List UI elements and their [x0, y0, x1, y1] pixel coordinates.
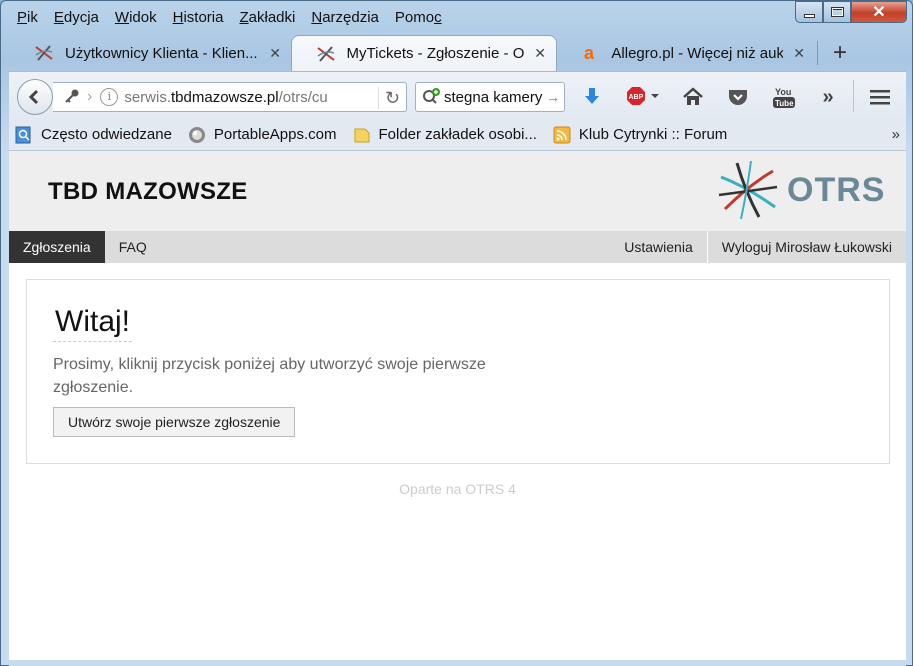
bookmark-portableapps[interactable]: PortableApps.com — [188, 126, 337, 144]
site-title[interactable]: TBD MAZOWSZE — [48, 178, 248, 206]
url-text[interactable]: serwis.tbdmazowsze.pl/otrs/cu — [124, 89, 360, 106]
youtube-icon[interactable]: You Tube — [769, 84, 799, 110]
bookmark-folder-zakladek[interactable]: Folder zakładek osobi... — [353, 126, 537, 144]
svg-text:ABP: ABP — [629, 94, 644, 101]
search-go-icon[interactable]: → — [546, 89, 564, 105]
tab-uzytkownicy[interactable]: Użytkownicy Klienta - Klien... ✕ — [9, 35, 291, 71]
menu-plik[interactable]: Pik — [9, 7, 46, 29]
bookmark-klub-cytrynki[interactable]: Klub Cytrynki :: Forum — [553, 126, 727, 144]
close-icon: ✕ — [872, 4, 886, 21]
home-icon[interactable] — [678, 84, 708, 110]
pocket-icon[interactable] — [723, 84, 753, 110]
chevron-right-icon: › — [87, 88, 93, 105]
nav-wyloguj[interactable]: Wyloguj Mirosław Łukowski — [706, 231, 906, 263]
bookmark-label: Często odwiedzane — [41, 126, 172, 143]
otrs-icon — [33, 42, 55, 64]
tab-mytickets[interactable]: MyTickets - Zgłoszenie - O... ✕ — [291, 35, 557, 71]
hamburger-menu-icon[interactable] — [865, 84, 895, 110]
otrs-wordmark: OTRS — [787, 170, 886, 209]
info-icon[interactable]: i — [100, 88, 119, 106]
welcome-title: Witaj! — [53, 305, 132, 342]
browser-window: Pik Edycja Widok Historia Zakładki Narzę… — [0, 0, 913, 666]
maximize-icon — [830, 7, 844, 17]
toolbar-separator — [853, 80, 854, 112]
tab-close-icon[interactable]: ✕ — [259, 45, 281, 62]
key-icon[interactable] — [57, 88, 87, 107]
powered-by-footer[interactable]: Oparte na OTRS 4 — [9, 481, 906, 497]
tab-allegro[interactable]: a Allegro.pl - Więcej niż auk... ✕ — [557, 35, 815, 71]
bookmarks-toolbar: Często odwiedzane PortableApps.com Folde… — [9, 119, 906, 151]
navigation-toolbar: › i serwis.tbdmazowsze.pl/otrs/cu ↻ steg… — [9, 71, 906, 119]
otrs-logo[interactable]: OTRS — [715, 157, 885, 223]
svg-text:Tube: Tube — [775, 99, 794, 108]
minimize-icon — [803, 14, 815, 18]
svg-text:You: You — [775, 87, 791, 97]
reload-icon[interactable]: ↻ — [378, 87, 400, 109]
tab-strip: Użytkownicy Klienta - Klien... ✕ MyTicke… — [9, 35, 906, 71]
folder-icon — [353, 126, 371, 144]
adblock-icon[interactable]: ABP — [623, 84, 663, 110]
menu-bar: Pik Edycja Widok Historia Zakładki Narzę… — [9, 7, 450, 29]
menu-zakladki[interactable]: Zakładki — [231, 7, 303, 29]
search-bar[interactable]: stegna kamery → — [415, 82, 565, 112]
window-bottom-frame — [9, 660, 906, 666]
welcome-text: Prosimy, kliknij przycisk poniżej aby ut… — [53, 356, 486, 396]
overflow-chevron-icon[interactable]: » — [813, 84, 843, 110]
menu-historia[interactable]: Historia — [165, 7, 232, 29]
tab-label: Allegro.pl - Więcej niż auk... — [611, 44, 784, 62]
window-controls: ✕ — [795, 1, 907, 23]
back-arrow-icon — [28, 89, 39, 105]
url-bar[interactable]: › i serwis.tbdmazowsze.pl/otrs/cu ↻ — [53, 82, 407, 112]
menu-widok[interactable]: Widok — [107, 7, 165, 29]
search-add-icon — [422, 87, 444, 108]
welcome-panel: Witaj! Prosimy, kliknij przycisk poniżej… — [26, 279, 890, 464]
tab-label: Użytkownicy Klienta - Klien... — [65, 44, 258, 62]
close-window-button[interactable]: ✕ — [851, 1, 907, 23]
allegro-icon: a — [581, 42, 601, 64]
bookmark-label: Klub Cytrynki :: Forum — [578, 126, 728, 143]
maximize-button[interactable] — [823, 1, 851, 23]
recent-icon — [15, 126, 33, 144]
site-header: TBD MAZOWSZE OTRS — [9, 151, 906, 231]
portableapps-icon — [188, 126, 206, 144]
tab-label: MyTickets - Zgłoszenie - O... — [346, 45, 525, 62]
tab-separator — [817, 41, 818, 65]
bookmark-label: Folder zakładek osobi... — [378, 126, 537, 143]
otrs-logo-icon — [718, 160, 778, 220]
bookmarks-overflow-icon[interactable]: » — [892, 126, 900, 143]
nav-ustawienia[interactable]: Ustawienia — [610, 231, 706, 263]
download-icon[interactable] — [577, 84, 607, 110]
nav-right-group: Ustawienia Wyloguj Mirosław Łukowski — [610, 231, 906, 263]
rss-icon — [553, 126, 571, 144]
menu-edycja[interactable]: Edycja — [46, 7, 107, 29]
create-first-ticket-button[interactable]: Utwórz swoje pierwsze zgłoszenie — [53, 407, 296, 437]
main-navigation: Zgłoszenia FAQ Ustawienia Wyloguj Mirosł… — [9, 231, 906, 263]
search-input[interactable]: stegna kamery — [444, 89, 542, 106]
svg-text:a: a — [584, 43, 595, 63]
bookmark-label: PortableApps.com — [213, 126, 337, 143]
minimize-button[interactable] — [795, 1, 823, 23]
new-tab-button[interactable]: + — [825, 39, 855, 67]
nav-faq[interactable]: FAQ — [105, 231, 161, 263]
menu-pomoc[interactable]: Pomoc — [387, 7, 450, 29]
web-page: TBD MAZOWSZE OTRS Zgłoszenia FAQ Ustawie… — [9, 151, 906, 660]
back-button[interactable] — [17, 79, 53, 115]
menu-narzedzia[interactable]: Narzędzia — [303, 7, 387, 29]
nav-zgloszenia[interactable]: Zgłoszenia — [9, 231, 105, 263]
tab-close-icon[interactable]: ✕ — [524, 45, 546, 62]
bookmark-czesto-odwiedzane[interactable]: Często odwiedzane — [15, 126, 172, 144]
tab-close-icon[interactable]: ✕ — [783, 45, 805, 62]
otrs-icon — [316, 43, 337, 65]
